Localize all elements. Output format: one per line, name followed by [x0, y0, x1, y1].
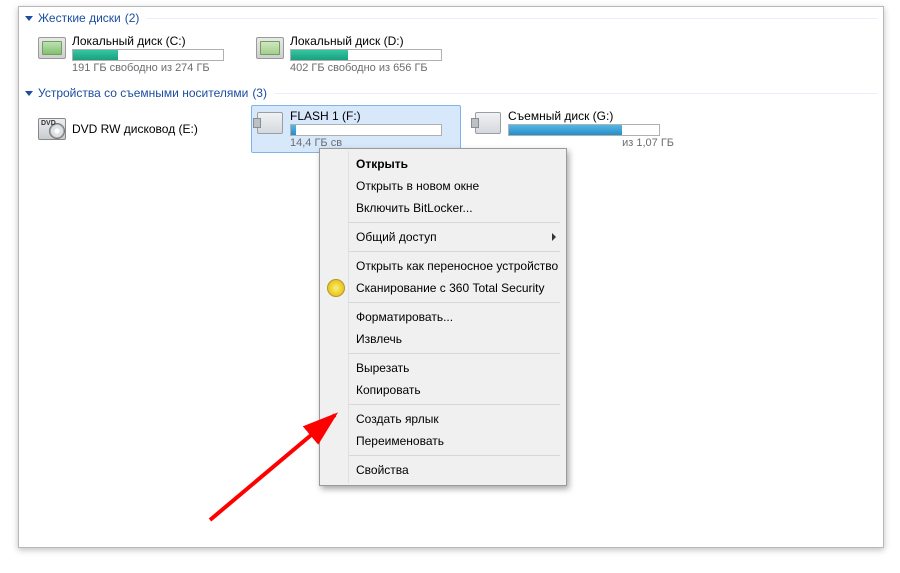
chevron-down-icon — [25, 91, 33, 96]
menu-format[interactable]: Форматировать... — [350, 306, 562, 328]
drive-name: Съемный диск (G:) — [508, 109, 674, 123]
hdd-icon — [256, 34, 284, 62]
chevron-right-icon — [552, 233, 556, 241]
group-title: Жесткие диски — [38, 11, 121, 25]
drive-name: Локальный диск (D:) — [290, 34, 456, 48]
menu-separator — [328, 222, 560, 223]
menu-rename[interactable]: Переименовать — [350, 430, 562, 452]
group-header-removable[interactable]: Устройства со съемными носителями (3) — [19, 84, 883, 102]
menu-scan-360[interactable]: Сканирование с 360 Total Security — [350, 277, 562, 299]
menu-gutter — [322, 151, 349, 483]
chevron-down-icon — [25, 16, 33, 21]
group-count: (2) — [125, 11, 140, 25]
usage-fill — [509, 125, 622, 135]
menu-separator — [328, 353, 560, 354]
drive-subtext: 402 ГБ свободно из 656 ГБ — [290, 62, 456, 74]
scan-icon — [327, 279, 345, 297]
dvd-icon — [38, 115, 66, 143]
drive-c[interactable]: Локальный диск (C:) 191 ГБ свободно из 2… — [33, 30, 243, 78]
usage-bar — [72, 49, 224, 61]
menu-properties[interactable]: Свойства — [350, 459, 562, 481]
group-header-hdd[interactable]: Жесткие диски (2) — [19, 9, 883, 27]
usb-icon — [474, 109, 502, 137]
drive-d[interactable]: Локальный диск (D:) 402 ГБ свободно из 6… — [251, 30, 461, 78]
menu-share[interactable]: Общий доступ — [350, 226, 562, 248]
menu-separator — [328, 404, 560, 405]
drive-name: FLASH 1 (F:) — [290, 109, 456, 123]
menu-cut[interactable]: Вырезать — [350, 357, 562, 379]
menu-separator — [328, 455, 560, 456]
menu-open-new-window[interactable]: Открыть в новом окне — [350, 175, 562, 197]
hdd-icon — [38, 34, 66, 62]
group-count: (3) — [252, 86, 267, 100]
menu-separator — [328, 251, 560, 252]
group-title: Устройства со съемными носителями — [38, 86, 248, 100]
menu-separator — [328, 302, 560, 303]
drive-name: DVD RW дисковод (E:) — [72, 122, 238, 136]
usage-fill — [73, 50, 118, 60]
menu-create-shortcut[interactable]: Создать ярлык — [350, 408, 562, 430]
usage-bar — [508, 124, 660, 136]
menu-eject[interactable]: Извлечь — [350, 328, 562, 350]
usage-fill — [291, 50, 348, 60]
drive-dvd[interactable]: DVD RW дисковод (E:) — [33, 105, 243, 153]
usb-icon — [256, 109, 284, 137]
usage-fill — [291, 125, 296, 135]
usage-bar — [290, 49, 442, 61]
usage-bar — [290, 124, 442, 136]
menu-copy[interactable]: Копировать — [350, 379, 562, 401]
menu-portable-device[interactable]: Открыть как переносное устройство — [350, 255, 562, 277]
divider — [275, 93, 877, 94]
drive-g[interactable]: Съемный диск (G:) из 1,07 ГБ — [469, 105, 679, 153]
drive-f-selected[interactable]: FLASH 1 (F:) 14,4 ГБ св — [251, 105, 461, 153]
divider — [147, 18, 877, 19]
context-menu: Открыть Открыть в новом окне Включить Bi… — [319, 148, 567, 486]
menu-bitlocker[interactable]: Включить BitLocker... — [350, 197, 562, 219]
menu-open[interactable]: Открыть — [350, 153, 562, 175]
drive-subtext: 191 ГБ свободно из 274 ГБ — [72, 62, 238, 74]
drive-name: Локальный диск (C:) — [72, 34, 238, 48]
